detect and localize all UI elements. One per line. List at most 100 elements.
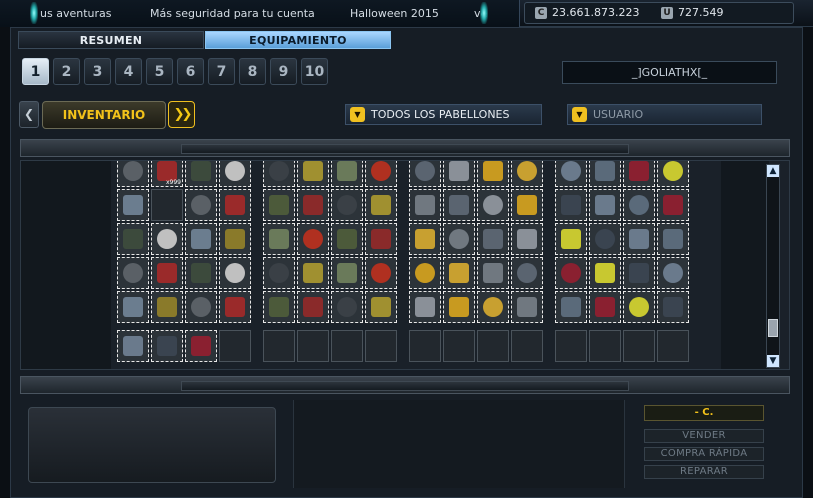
empty-slot[interactable]	[331, 330, 363, 362]
inventory-item[interactable]	[365, 291, 397, 323]
inventory-item[interactable]	[623, 189, 655, 221]
inventory-item[interactable]	[263, 223, 295, 255]
news-item[interactable]: us aventuras	[40, 7, 111, 20]
inventory-item[interactable]	[623, 223, 655, 255]
inventory-item[interactable]	[589, 223, 621, 255]
empty-slot[interactable]	[589, 330, 621, 362]
inventory-item[interactable]	[117, 161, 149, 187]
inventory-item[interactable]	[151, 223, 183, 255]
inventory-item[interactable]	[443, 291, 475, 323]
inventory-item[interactable]	[409, 223, 441, 255]
inventory-item[interactable]	[297, 223, 329, 255]
inventory-item[interactable]	[589, 161, 621, 187]
page-button-8[interactable]: 8	[239, 58, 266, 85]
inventory-item[interactable]	[555, 257, 587, 289]
page-button-1[interactable]: 1	[22, 58, 49, 85]
inventory-item[interactable]	[657, 223, 689, 255]
page-button-5[interactable]: 5	[146, 58, 173, 85]
inventory-item[interactable]	[555, 223, 587, 255]
page-button-3[interactable]: 3	[84, 58, 111, 85]
inventory-item[interactable]	[219, 189, 251, 221]
inventory-item[interactable]	[477, 223, 509, 255]
scroll-down-button[interactable]: ▼	[767, 355, 779, 367]
inventory-item[interactable]	[331, 257, 363, 289]
inventario-button[interactable]: INVENTARIO	[42, 101, 166, 129]
page-button-7[interactable]: 7	[208, 58, 235, 85]
scroll-thumb[interactable]	[768, 319, 778, 337]
inventory-item[interactable]	[409, 189, 441, 221]
inventory-item[interactable]	[219, 291, 251, 323]
inventory-item[interactable]	[589, 189, 621, 221]
inventory-item[interactable]	[589, 257, 621, 289]
news-item[interactable]: Más seguridad para tu cuenta	[150, 7, 315, 20]
reparar-button[interactable]: REPARAR	[644, 465, 764, 479]
compra-rapida-button[interactable]: COMPRA RÁPIDA	[644, 447, 764, 461]
tab-resumen[interactable]: RESUMEN	[18, 31, 204, 49]
inventory-item[interactable]	[297, 161, 329, 187]
inventory-item[interactable]	[443, 189, 475, 221]
empty-slot[interactable]	[151, 189, 183, 221]
inventory-item[interactable]	[117, 330, 149, 362]
page-button-4[interactable]: 4	[115, 58, 142, 85]
inventory-item[interactable]	[263, 291, 295, 323]
inventory-item[interactable]	[555, 161, 587, 187]
inventory-item[interactable]	[185, 330, 217, 362]
inventory-item[interactable]	[331, 189, 363, 221]
inventory-item[interactable]	[477, 257, 509, 289]
inventory-item[interactable]	[555, 291, 587, 323]
news-item[interactable]: Halloween 2015	[350, 7, 439, 20]
inventory-item[interactable]	[657, 189, 689, 221]
scroll-up-button[interactable]: ▲	[767, 165, 779, 177]
inventory-item[interactable]	[185, 161, 217, 187]
inventory-item[interactable]	[185, 223, 217, 255]
inventory-item[interactable]	[297, 189, 329, 221]
inventory-item[interactable]	[151, 257, 183, 289]
inventory-item[interactable]	[219, 257, 251, 289]
inventory-item[interactable]	[657, 161, 689, 187]
inventory-item[interactable]	[511, 257, 543, 289]
empty-slot[interactable]	[365, 330, 397, 362]
empty-slot[interactable]	[511, 330, 543, 362]
inventory-item[interactable]	[263, 257, 295, 289]
inventory-item[interactable]	[409, 161, 441, 187]
inventory-item[interactable]	[297, 291, 329, 323]
inventory-item[interactable]	[331, 291, 363, 323]
page-button-9[interactable]: 9	[270, 58, 297, 85]
inventory-item[interactable]	[511, 223, 543, 255]
inventory-item[interactable]	[511, 291, 543, 323]
inventory-item[interactable]	[409, 291, 441, 323]
inventory-item[interactable]	[365, 257, 397, 289]
inventory-item[interactable]	[477, 291, 509, 323]
inventory-item[interactable]	[477, 189, 509, 221]
inventory-item[interactable]	[623, 257, 655, 289]
tab-equipamiento[interactable]: EQUIPAMIENTO	[205, 31, 391, 49]
previous-button[interactable]: ❮	[19, 101, 39, 128]
inventory-item[interactable]	[117, 223, 149, 255]
inventory-item[interactable]	[117, 257, 149, 289]
inventory-item[interactable]	[409, 257, 441, 289]
inventory-item[interactable]	[331, 223, 363, 255]
inventory-item[interactable]	[477, 161, 509, 187]
usuario-dropdown[interactable]: ▼ USUARIO	[567, 104, 762, 125]
inventory-item[interactable]	[365, 161, 397, 187]
inventory-item[interactable]	[185, 257, 217, 289]
inventory-item[interactable]	[219, 223, 251, 255]
inventory-item[interactable]	[365, 223, 397, 255]
inventory-item[interactable]	[511, 161, 543, 187]
inventory-scrollbar[interactable]: ▲ ▼	[766, 164, 780, 368]
inventory-item[interactable]	[623, 291, 655, 323]
inventory-item[interactable]	[117, 189, 149, 221]
page-button-10[interactable]: 10	[301, 58, 328, 85]
inventory-item[interactable]	[185, 291, 217, 323]
inventory-item[interactable]	[219, 161, 251, 187]
inventory-item[interactable]	[443, 161, 475, 187]
inventory-item[interactable]	[365, 189, 397, 221]
next-button[interactable]: ❯❯	[168, 101, 195, 128]
inventory-item[interactable]	[623, 161, 655, 187]
empty-slot[interactable]	[409, 330, 441, 362]
vender-button[interactable]: VENDER	[644, 429, 764, 443]
inventory-item[interactable]	[117, 291, 149, 323]
inventory-item[interactable]: x999	[151, 161, 183, 187]
page-button-2[interactable]: 2	[53, 58, 80, 85]
pabellones-dropdown[interactable]: ▼ TODOS LOS PABELLONES	[345, 104, 542, 125]
